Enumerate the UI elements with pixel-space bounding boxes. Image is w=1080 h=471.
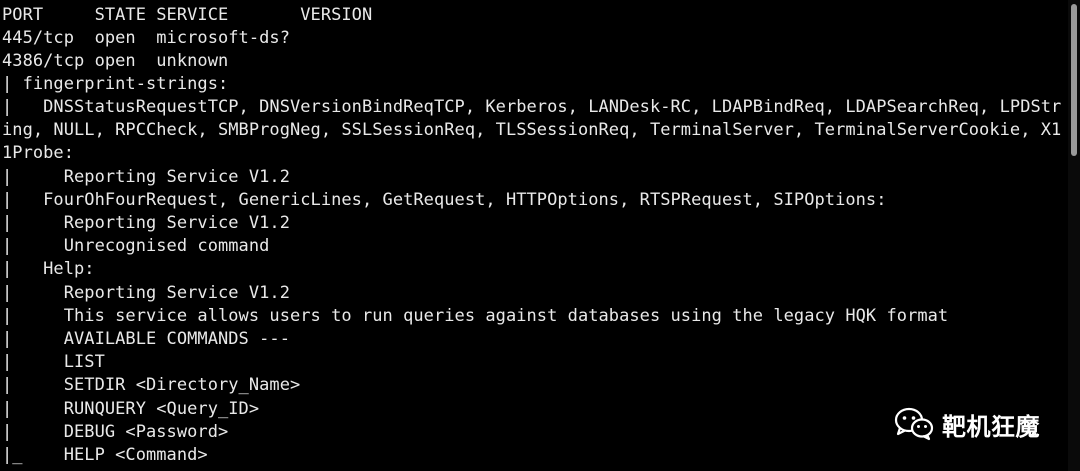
- terminal-line: | AVAILABLE COMMANDS ---: [2, 329, 290, 349]
- terminal-line: | RUNQUERY <Query_ID>: [2, 399, 260, 419]
- watermark: 靶机狂魔: [894, 404, 1040, 444]
- watermark-text: 靶机狂魔: [942, 412, 1040, 441]
- terminal-line: | SETDIR <Directory_Name>: [2, 375, 301, 395]
- terminal-line: 1Probe:: [2, 143, 74, 163]
- terminal-line: | fingerprint-strings:: [2, 74, 229, 94]
- terminal-line: 4386/tcp open unknown: [2, 51, 229, 71]
- terminal-line: | Reporting Service V1.2: [2, 167, 290, 187]
- terminal-line: | DEBUG <Password>: [2, 422, 229, 442]
- terminal-line: | DNSStatusRequestTCP, DNSVersionBindReq…: [2, 97, 1062, 117]
- terminal-line: | This service allows users to run queri…: [2, 306, 949, 326]
- terminal-line: | FourOhFourRequest, GenericLines, GetRe…: [2, 190, 887, 210]
- terminal-line: ing, NULL, RPCCheck, SMBProgNeg, SSLSess…: [2, 120, 1062, 140]
- wechat-icon: [894, 407, 934, 441]
- terminal-window[interactable]: PORT STATE SERVICE VERSION 445/tcp open …: [0, 0, 1068, 471]
- terminal-line: PORT STATE SERVICE VERSION: [2, 5, 373, 25]
- terminal-line: | Reporting Service V1.2: [2, 283, 290, 303]
- terminal-line: | LIST: [2, 352, 105, 372]
- terminal-line: | Help:: [2, 259, 95, 279]
- terminal-line: 445/tcp open microsoft-ds?: [2, 28, 290, 48]
- terminal-line: | Unrecognised command: [2, 236, 270, 256]
- terminal-line: | Reporting Service V1.2: [2, 213, 290, 233]
- terminal-line: |_ HELP <Command>: [2, 445, 208, 465]
- vertical-scrollbar[interactable]: [1068, 0, 1080, 471]
- scrollbar-thumb[interactable]: [1071, 4, 1077, 156]
